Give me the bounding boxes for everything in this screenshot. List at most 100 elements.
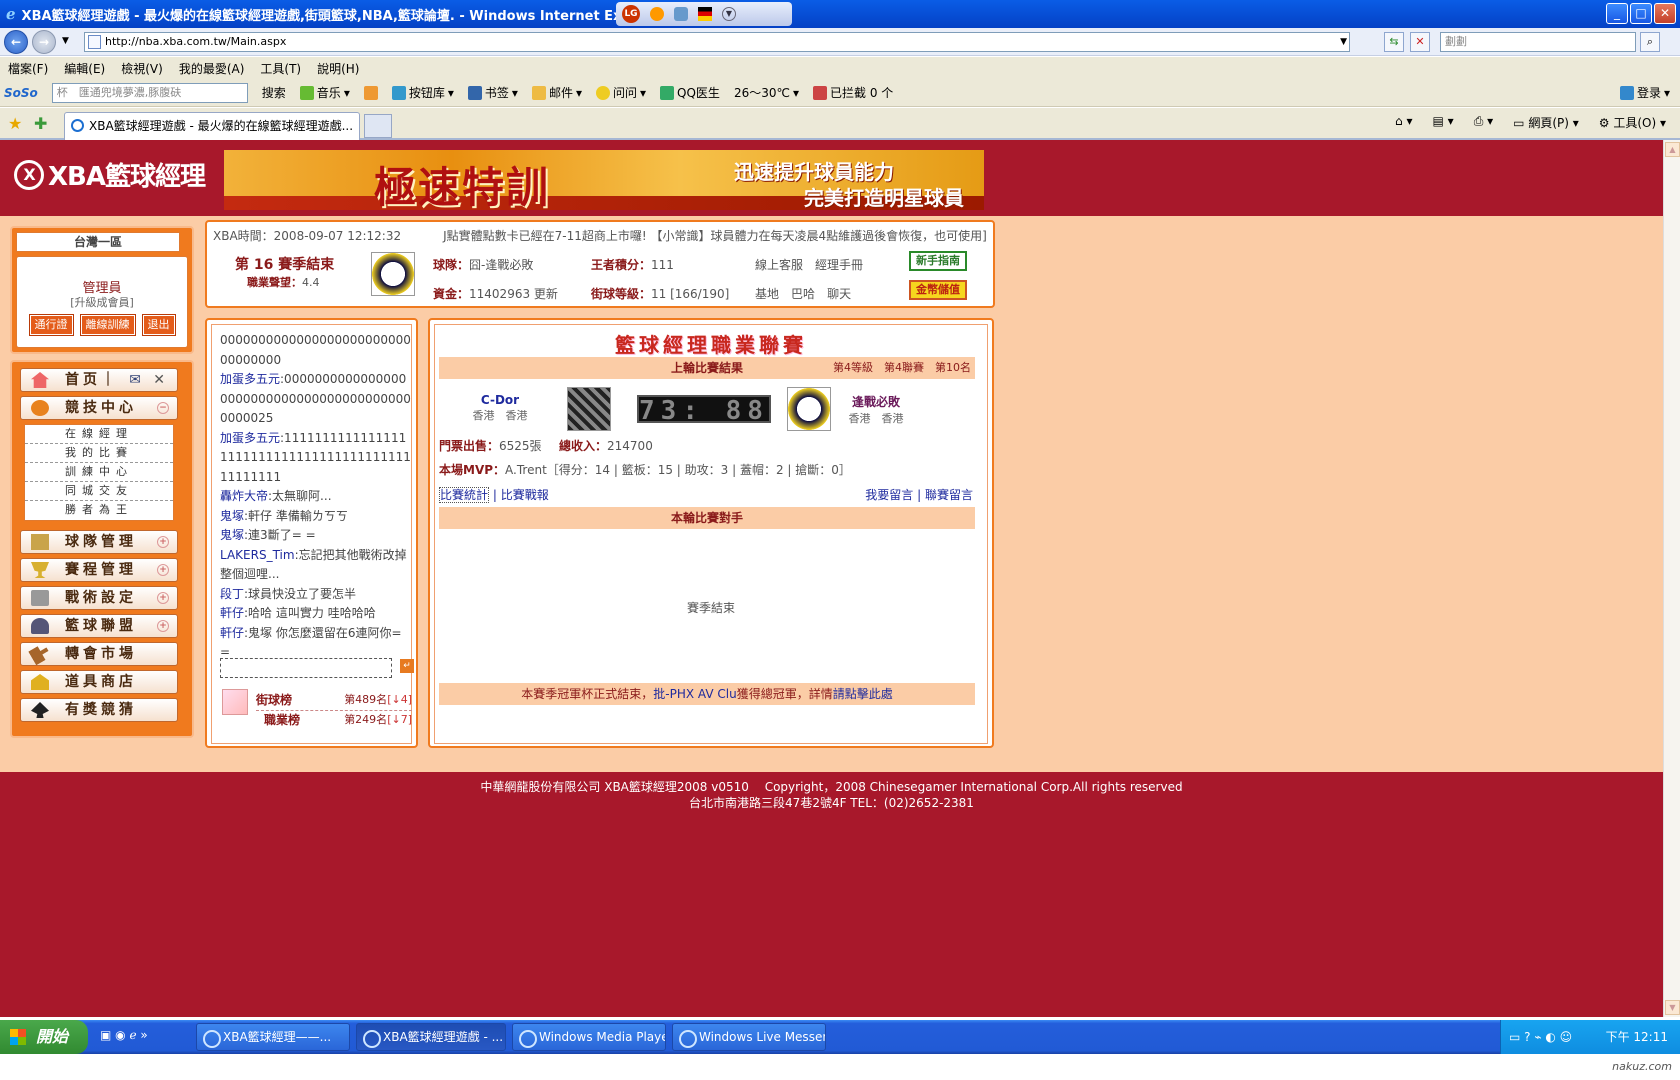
chat-username[interactable]: 段丁: [220, 587, 244, 601]
logout-button[interactable]: 退出: [141, 314, 176, 336]
toolbar-search-input[interactable]: 杯 匯通兜境夢濃,豚腹砆: [51, 82, 248, 103]
menu-favorites[interactable]: 我的最愛(A): [179, 60, 245, 77]
menu-help[interactable]: 說明(H): [317, 60, 359, 77]
xba-logo[interactable]: X XBA籃球經理: [14, 156, 206, 193]
forward-button[interactable]: →: [32, 30, 56, 54]
search-input[interactable]: 劃劃: [1440, 32, 1636, 52]
stop-icon[interactable]: ✕: [1410, 32, 1430, 52]
expand-icon[interactable]: +: [157, 592, 169, 604]
settings-icon[interactable]: [674, 7, 688, 21]
tools-icon[interactable]: ✕: [153, 369, 169, 391]
toolbar-qq-doctor[interactable]: QQ医生: [660, 84, 720, 101]
send-icon[interactable]: ↵: [400, 659, 414, 673]
chat-username[interactable]: 鬼塚: [220, 509, 244, 523]
cup-details-link[interactable]: 請點擊此處: [833, 687, 893, 701]
mail-icon[interactable]: ✉: [129, 369, 145, 391]
url-dropdown-icon[interactable]: ▼: [1340, 33, 1347, 51]
offline-training-button[interactable]: 離線訓練: [79, 314, 136, 336]
match-report-link[interactable]: 比賽戰報: [501, 488, 549, 502]
support-link[interactable]: 線上客服: [755, 258, 803, 272]
maximize-button[interactable]: □: [1630, 3, 1652, 24]
home-icon[interactable]: ⌂ ▾: [1395, 114, 1412, 131]
expand-icon[interactable]: +: [157, 536, 169, 548]
newbie-guide-button[interactable]: 新手指南: [909, 251, 967, 271]
scroll-down-icon[interactable]: ▼: [1665, 1000, 1680, 1015]
flag-icon[interactable]: [698, 7, 712, 21]
nav-tactics[interactable]: 戰術設定 +: [20, 586, 178, 610]
history-dropdown-icon[interactable]: ▼: [62, 36, 69, 46]
page-menu[interactable]: ▭ 網頁(P) ▾: [1513, 114, 1579, 131]
chat-username[interactable]: 轟炸大帝: [220, 489, 268, 503]
submenu-winner[interactable]: 勝者為王: [25, 501, 173, 520]
tray-icons[interactable]: ▭ ? ⌁ ◐ ☺: [1509, 1020, 1572, 1054]
toolbar-weather[interactable]: 26～30℃ ▾: [734, 84, 799, 101]
chat-username[interactable]: 鬼塚: [220, 528, 244, 542]
url-input[interactable]: http://nba.xba.com.tw/Main.aspx ▼: [84, 32, 1350, 52]
favorites-star-icon[interactable]: ★: [8, 114, 22, 133]
toolbar-search-button[interactable]: 搜索: [262, 84, 286, 101]
nav-home[interactable]: 首页｜ ✉ ✕: [20, 368, 178, 392]
pro-rank-row[interactable]: 職業榜 第249名[↓7]: [264, 711, 412, 728]
banner-ad[interactable]: 極速特訓 迅速提升球員能力 完美打造明星球員: [224, 150, 984, 210]
street-rank-row[interactable]: 街球榜 第489名[↓4]: [256, 691, 412, 711]
new-tab-button[interactable]: [364, 114, 392, 138]
manual-link[interactable]: 經理手冊: [815, 258, 863, 272]
start-button[interactable]: 開始: [0, 1020, 88, 1054]
toolbar-btnlib[interactable]: 按钮库 ▾: [391, 84, 454, 101]
minimize-button[interactable]: _: [1606, 3, 1628, 24]
toolbar-login[interactable]: 登录 ▾: [1619, 84, 1670, 101]
submenu-my-matches[interactable]: 我的比賽: [25, 444, 173, 463]
print-icon[interactable]: ⎙ ▾: [1474, 114, 1493, 131]
task-xba-2[interactable]: XBA籃球經理遊戲 - ...: [356, 1023, 506, 1051]
base-link[interactable]: 基地: [755, 287, 779, 301]
passport-button[interactable]: 通行證: [28, 314, 74, 336]
soso-logo[interactable]: SoSo: [4, 86, 38, 100]
back-button[interactable]: ←: [4, 30, 28, 54]
menu-edit[interactable]: 編輯(E): [64, 60, 105, 77]
nav-shop[interactable]: 道具商店: [20, 670, 178, 694]
expand-icon[interactable]: +: [157, 620, 169, 632]
away-team-name[interactable]: 逢戰必敗: [831, 393, 921, 410]
toolbar-ask[interactable]: 问问 ▾: [595, 84, 646, 101]
menu-tools[interactable]: 工具(T): [260, 60, 301, 77]
chat-link[interactable]: 聊天: [827, 287, 851, 301]
collapse-icon[interactable]: −: [157, 402, 169, 414]
toolbar-pen[interactable]: [363, 85, 378, 100]
task-media-player[interactable]: Windows Media Player: [512, 1023, 666, 1051]
submenu-friends[interactable]: 同城交友: [25, 482, 173, 501]
nav-transfer[interactable]: 轉會市場: [20, 642, 178, 666]
nav-lottery[interactable]: 有獎競猜: [20, 698, 178, 722]
search-icon[interactable]: ⌕: [1640, 32, 1660, 52]
upgrade-link[interactable]: [升級成會員]: [17, 294, 187, 310]
home-team-name[interactable]: C-Dor: [455, 393, 545, 407]
close-button[interactable]: ✕: [1654, 3, 1676, 24]
chat-username[interactable]: 加蛋多五元: [220, 431, 280, 445]
tab-xba[interactable]: XBA籃球經理遊戲 - 最火爆的在線籃球經理遊戲...: [64, 112, 360, 140]
expand-icon[interactable]: +: [157, 564, 169, 576]
deposit-button[interactable]: 金幣儲值: [909, 280, 967, 300]
refresh-icon[interactable]: ⇆: [1384, 32, 1404, 52]
browser-icon[interactable]: [650, 7, 664, 21]
chat-username[interactable]: 軒仔: [220, 626, 244, 640]
menu-file[interactable]: 檔案(F): [8, 60, 48, 77]
chat-username[interactable]: LAKERS_Tim: [220, 548, 295, 562]
toolbar-popup-blocker[interactable]: 已拦截 0 个: [813, 84, 893, 101]
nav-arena[interactable]: 競技中心 −: [20, 396, 178, 420]
page-scrollbar[interactable]: ▲ ▼: [1663, 140, 1680, 1017]
nav-alliance[interactable]: 籃球聯盟 +: [20, 614, 178, 638]
nav-schedule[interactable]: 賽程管理 +: [20, 558, 178, 582]
nav-team[interactable]: 球隊管理 +: [20, 530, 178, 554]
toolbar-music[interactable]: 音乐 ▾: [299, 84, 350, 101]
quick-launch-icons[interactable]: ▣ ◉ ℯ »: [100, 1028, 148, 1042]
toolbar-mail[interactable]: 邮件 ▾: [531, 84, 582, 101]
submenu-online-manager[interactable]: 在線經理: [25, 425, 173, 444]
menu-view[interactable]: 檢視(V): [121, 60, 163, 77]
submenu-training[interactable]: 訓練中心: [25, 463, 173, 482]
chevron-down-icon[interactable]: ▼: [722, 7, 736, 21]
toolbar-bookmark[interactable]: 书签 ▾: [467, 84, 518, 101]
chat-input[interactable]: [220, 658, 392, 678]
leave-message-link[interactable]: 我要留言: [865, 488, 913, 502]
chat-username[interactable]: 軒仔: [220, 606, 244, 620]
cup-champion-link[interactable]: 批-PHX AV Clu: [653, 687, 736, 701]
lg-toolbar[interactable]: LG ▼: [616, 2, 792, 26]
